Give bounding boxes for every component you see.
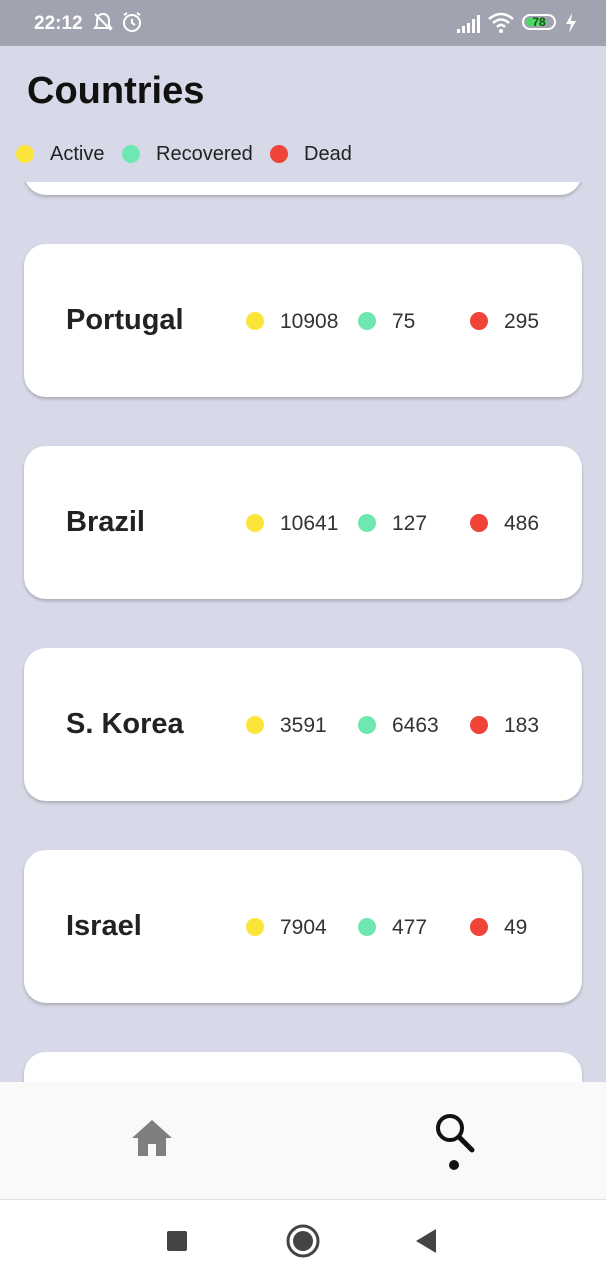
back-icon[interactable]: [414, 1228, 438, 1259]
charging-icon: [565, 13, 577, 38]
battery-icon: 78: [522, 14, 556, 30]
recovered-count: 477: [392, 916, 428, 939]
battery-level: 78: [532, 15, 546, 29]
country-name: Portugal: [66, 304, 184, 336]
status-bar: 22:12 78: [0, 0, 606, 46]
active-dot-icon: [16, 145, 34, 163]
page-title: Countries: [27, 70, 205, 112]
recovered-count: 75: [392, 310, 416, 333]
status-time: 22:12: [34, 13, 83, 34]
country-name: Brazil: [66, 506, 145, 538]
dead-count: 295: [504, 310, 540, 333]
dead-count: 486: [504, 512, 540, 535]
dead-dot-icon: [270, 145, 288, 163]
country-card[interactable]: Brazil 10641 127 486: [24, 446, 582, 599]
recovered-dot-icon: [358, 918, 376, 936]
legend-label: Active: [50, 143, 105, 165]
recovered-dot-icon: [358, 514, 376, 532]
country-name: S. Korea: [66, 708, 184, 740]
country-name: Israel: [66, 910, 142, 942]
search-icon: [436, 1114, 475, 1153]
dead-count: 183: [504, 714, 540, 737]
active-count: 10908: [280, 310, 339, 333]
active-count: 7904: [280, 916, 327, 939]
country-card-partial[interactable]: [24, 182, 582, 195]
dead-dot-icon: [470, 918, 488, 936]
home-circle-icon[interactable]: [286, 1224, 320, 1263]
wifi-icon: [488, 12, 514, 39]
recovered-dot-icon: [358, 716, 376, 734]
active-dot-icon: [246, 918, 264, 936]
dead-count: 49: [504, 916, 528, 939]
home-icon: [132, 1120, 172, 1156]
dead-dot-icon: [470, 716, 488, 734]
active-dot-icon: [246, 514, 264, 532]
dead-dot-icon: [470, 312, 488, 330]
system-nav-bar: [0, 1200, 606, 1280]
mute-icon: [92, 11, 114, 38]
recovered-count: 6463: [392, 714, 439, 737]
legend-label: Dead: [304, 143, 352, 165]
recovered-dot-icon: [122, 145, 140, 163]
alarm-icon: [121, 11, 143, 38]
recents-icon[interactable]: [166, 1230, 188, 1257]
bottom-nav: [0, 1082, 606, 1200]
recovered-count: 127: [392, 512, 428, 535]
country-card[interactable]: Portugal 10908 75 295: [24, 244, 582, 397]
selected-indicator: [449, 1160, 459, 1170]
signal-icon: [456, 14, 482, 39]
active-count: 10641: [280, 512, 339, 535]
country-card[interactable]: Israel 7904 477 49: [24, 850, 582, 1003]
dead-dot-icon: [470, 514, 488, 532]
recovered-dot-icon: [358, 312, 376, 330]
country-list[interactable]: Portugal 10908 75 295 Brazil 10641 127 4…: [0, 182, 606, 1082]
nav-search-button[interactable]: [394, 1082, 514, 1200]
country-card-partial[interactable]: [24, 1052, 582, 1082]
country-card[interactable]: S. Korea 3591 6463 183: [24, 648, 582, 801]
active-count: 3591: [280, 714, 327, 737]
legend-label: Recovered: [156, 143, 253, 165]
active-dot-icon: [246, 312, 264, 330]
nav-home-button[interactable]: [92, 1082, 212, 1200]
active-dot-icon: [246, 716, 264, 734]
